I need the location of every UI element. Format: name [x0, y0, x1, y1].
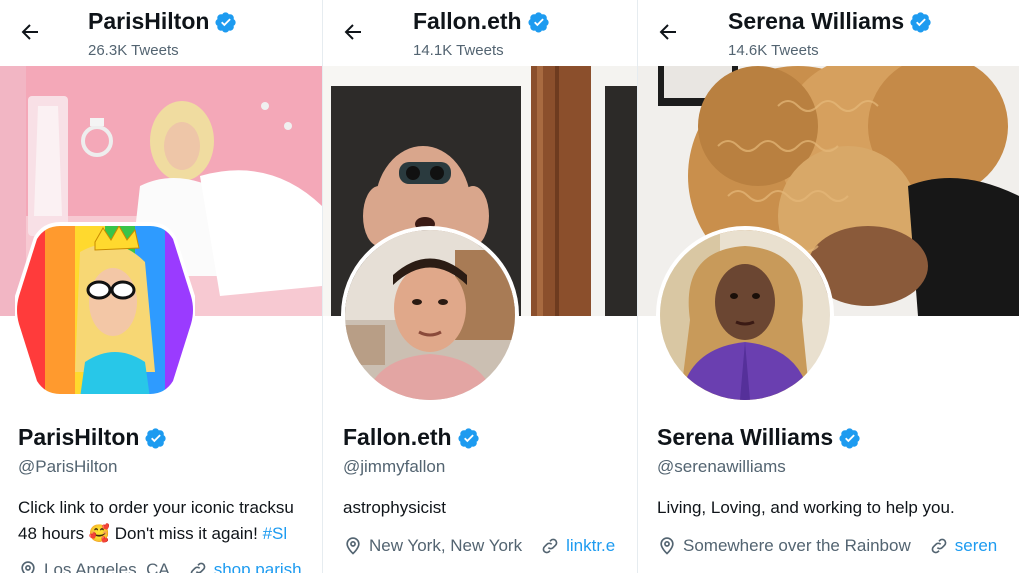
arrow-left-icon[interactable]: [18, 20, 42, 44]
location-item: Los Angeles, CA: [18, 560, 170, 573]
avatar[interactable]: [656, 226, 834, 404]
profile-panel-parishilton: ParisHilton 26.3K Tweets ParisHilton @Pa…: [0, 0, 322, 573]
location-text: New York, New York: [369, 536, 523, 555]
profile-header-bar: ParisHilton 26.3K Tweets: [0, 0, 322, 66]
link-icon: [190, 562, 206, 573]
header-name-text: Serena Williams: [728, 8, 905, 34]
header-tweet-count: 14.1K Tweets: [413, 42, 504, 59]
link-icon: [542, 538, 558, 554]
location-pin-icon: [346, 537, 360, 555]
location-pin-icon: [660, 537, 674, 555]
profile-bio: astrophysicist: [343, 495, 446, 521]
location-text: Los Angeles, CA: [44, 560, 170, 573]
verified-badge-icon: [528, 11, 549, 33]
avatar[interactable]: [15, 222, 195, 398]
header-name-text: ParisHilton: [88, 8, 210, 34]
location-item: New York, New York: [343, 536, 522, 556]
location-item: Somewhere over the Rainbow: [657, 536, 911, 556]
profile-bio: Living, Loving, and working to help you.: [657, 495, 955, 521]
website-link[interactable]: linktr.e: [566, 536, 615, 556]
profile-header-bar: Serena Williams 14.6K Tweets: [638, 0, 1019, 66]
header-name-text: Fallon.eth: [413, 8, 522, 34]
profile-meta: Somewhere over the Rainbow seren: [657, 536, 1015, 556]
website-link[interactable]: seren: [955, 536, 998, 556]
arrow-left-icon[interactable]: [656, 20, 680, 44]
profile-meta: Los Angeles, CA shop.parish: [18, 560, 320, 573]
profile-panel-serena: Serena Williams 14.6K Tweets Serena Will…: [638, 0, 1019, 573]
profile-name-text: Fallon.eth: [343, 424, 452, 450]
location-pin-icon: [21, 561, 35, 573]
profile-handle: @serenawilliams: [657, 457, 786, 476]
arrow-left-icon[interactable]: [341, 20, 365, 44]
website-link[interactable]: shop.parish: [214, 560, 302, 573]
bio-text: 48 hours 🥰 Don't miss it again!: [18, 524, 263, 543]
verified-badge-icon: [215, 11, 237, 33]
link-icon: [931, 538, 947, 554]
bio-line: Living, Loving, and working to help you.: [657, 498, 955, 517]
bio-line: astrophysicist: [343, 498, 446, 517]
profile-handle: @jimmyfallon: [343, 457, 446, 476]
location-text: Somewhere over the Rainbow: [683, 536, 911, 555]
profile-name: ParisHilton: [18, 424, 167, 451]
verified-badge-icon: [458, 427, 479, 449]
profile-name: Serena Williams: [657, 424, 861, 451]
website-item[interactable]: shop.parish: [188, 560, 302, 573]
header-tweet-count: 26.3K Tweets: [88, 42, 179, 59]
profile-header-bar: Fallon.eth 14.1K Tweets: [323, 0, 637, 66]
profile-name: Fallon.eth: [343, 424, 480, 451]
profile-panel-fallon: Fallon.eth 14.1K Tweets Fallon.eth @jimm…: [323, 0, 637, 573]
header-tweet-count: 14.6K Tweets: [728, 42, 819, 59]
profile-bio: Click link to order your iconic tracksu …: [18, 495, 294, 547]
header-name: Serena Williams: [728, 8, 932, 35]
bio-line: Click link to order your iconic tracksu: [18, 498, 294, 517]
profile-name-text: Serena Williams: [657, 424, 834, 450]
header-name: Fallon.eth: [413, 8, 550, 35]
profile-handle: @ParisHilton: [18, 457, 118, 476]
bio-line: 48 hours 🥰 Don't miss it again! #Sl: [18, 521, 294, 547]
header-name: ParisHilton: [88, 8, 237, 35]
hashtag-link[interactable]: #Sl: [263, 524, 288, 543]
avatar[interactable]: [341, 226, 519, 404]
verified-badge-icon: [839, 427, 860, 449]
verified-badge-icon: [145, 427, 167, 449]
profile-meta: New York, New York linktr.e: [343, 536, 633, 556]
profile-name-text: ParisHilton: [18, 424, 140, 450]
verified-badge-icon: [910, 11, 931, 33]
website-item[interactable]: linktr.e: [540, 536, 615, 556]
website-item[interactable]: seren: [929, 536, 998, 556]
